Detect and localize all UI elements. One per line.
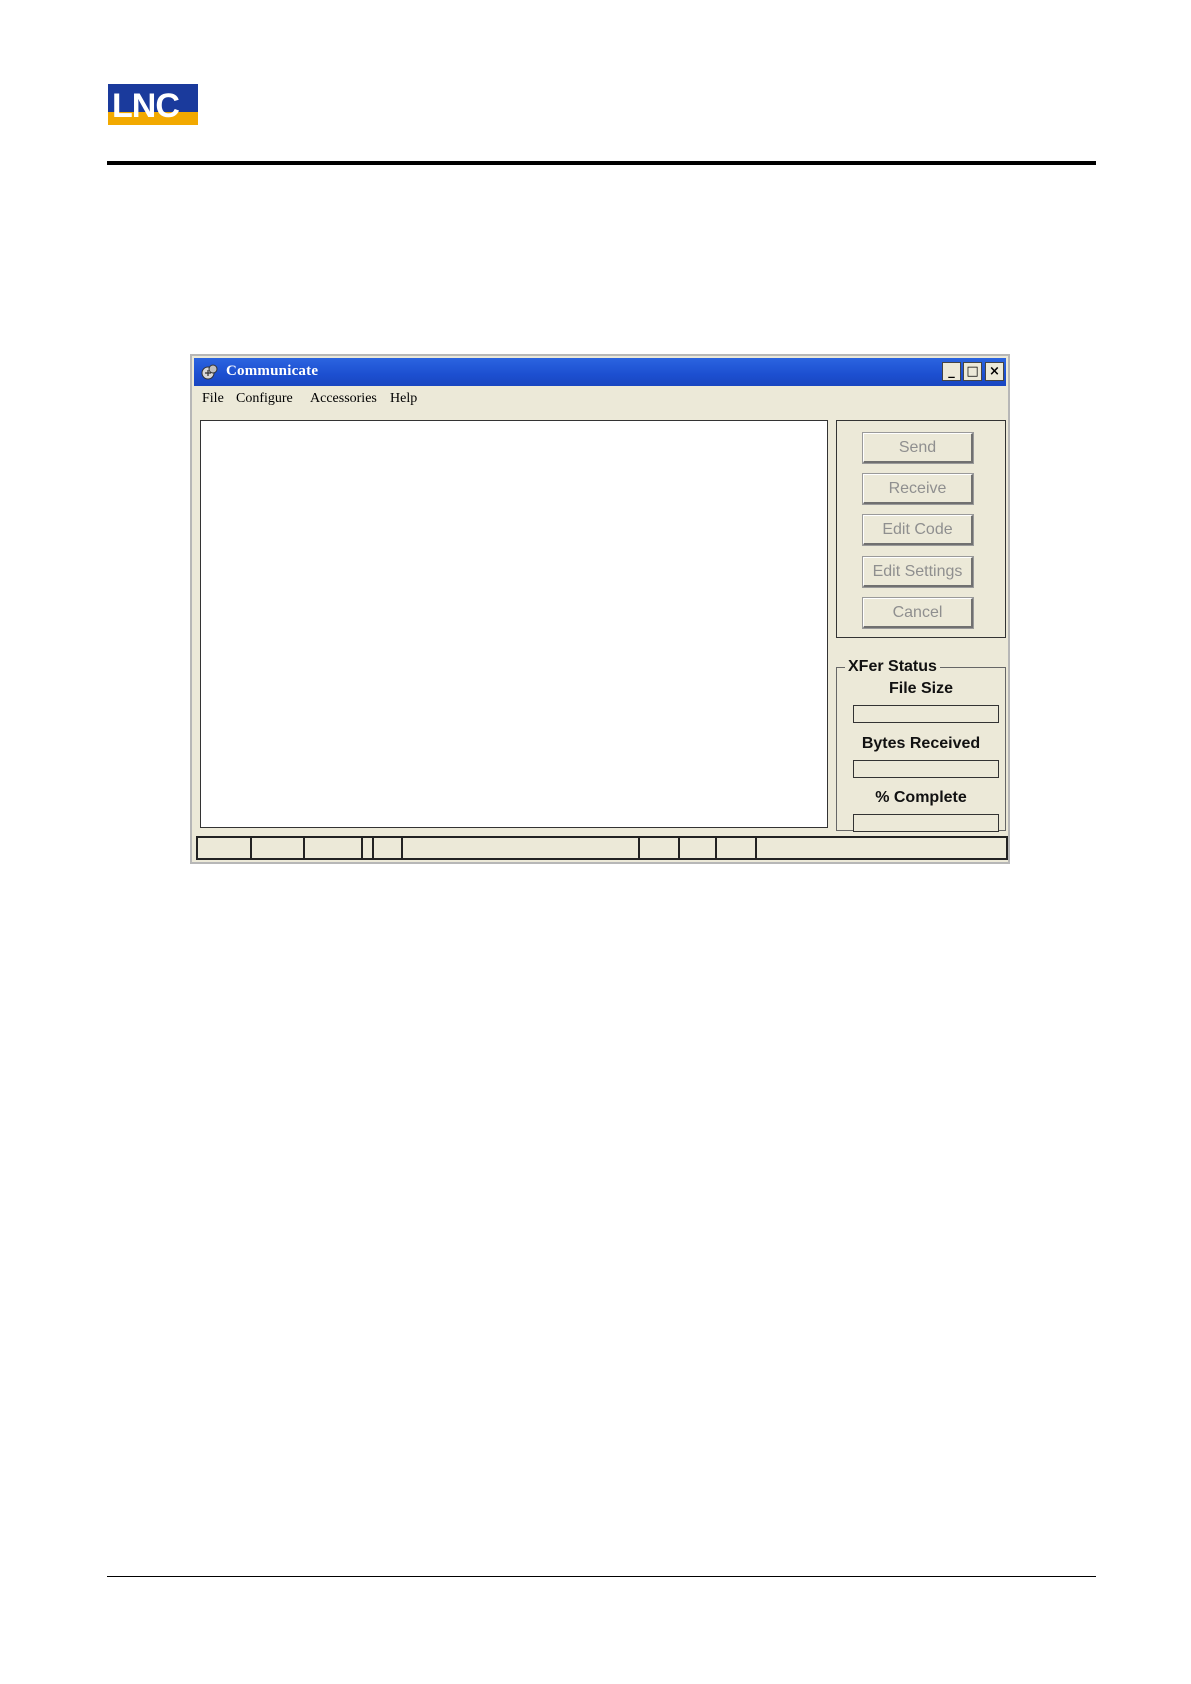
file-size-field: [853, 705, 999, 723]
status-divider: [678, 838, 680, 858]
minimize-icon: _: [948, 364, 955, 379]
close-icon: ×: [989, 364, 1000, 379]
bytes-received-field: [853, 760, 999, 778]
menu-help[interactable]: Help: [390, 391, 417, 407]
communicate-window: Communicate _ □ × File Configure Accesso…: [190, 354, 1010, 864]
maximize-button[interactable]: □: [963, 362, 982, 381]
close-button[interactable]: ×: [985, 362, 1004, 381]
menu-accessories[interactable]: Accessories: [310, 391, 377, 407]
bytes-received-label: Bytes Received: [861, 735, 981, 752]
file-size-label: File Size: [888, 680, 954, 697]
status-divider: [361, 838, 363, 858]
xfer-status-title: XFer Status: [845, 658, 940, 676]
send-button[interactable]: Send: [862, 432, 974, 464]
percent-complete-label: % Complete: [875, 789, 967, 806]
footer-rule: [107, 1576, 1096, 1577]
status-divider: [250, 838, 252, 858]
minimize-button[interactable]: _: [942, 362, 961, 381]
command-panel: Send Receive Edit Code Edit Settings Can…: [836, 420, 1006, 638]
header-rule: [107, 161, 1096, 165]
edit-settings-button[interactable]: Edit Settings: [862, 556, 974, 588]
menu-configure[interactable]: Configure: [236, 391, 293, 407]
status-divider: [715, 838, 717, 858]
status-bar: [196, 836, 1008, 860]
terminal-area[interactable]: [200, 420, 828, 828]
menu-bar: File Configure Accessories Help: [196, 388, 986, 410]
maximize-icon: □: [966, 364, 979, 379]
edit-code-button[interactable]: Edit Code: [862, 514, 974, 546]
status-divider: [303, 838, 305, 858]
percent-complete-field: [853, 814, 999, 832]
status-divider: [755, 838, 757, 858]
status-divider: [401, 838, 403, 858]
window-title: Communicate: [226, 363, 319, 379]
xfer-status-group: XFer Status File Size Bytes Received % C…: [836, 658, 1006, 832]
receive-button[interactable]: Receive: [862, 473, 974, 505]
lnc-logo: LNC: [108, 84, 198, 125]
svg-text:LNC: LNC: [112, 87, 179, 125]
status-divider: [638, 838, 640, 858]
status-divider: [372, 838, 374, 858]
title-bar[interactable]: Communicate _ □ ×: [194, 358, 1006, 386]
cancel-button[interactable]: Cancel: [862, 597, 974, 629]
menu-file[interactable]: File: [202, 391, 224, 407]
app-icon: [201, 364, 218, 380]
